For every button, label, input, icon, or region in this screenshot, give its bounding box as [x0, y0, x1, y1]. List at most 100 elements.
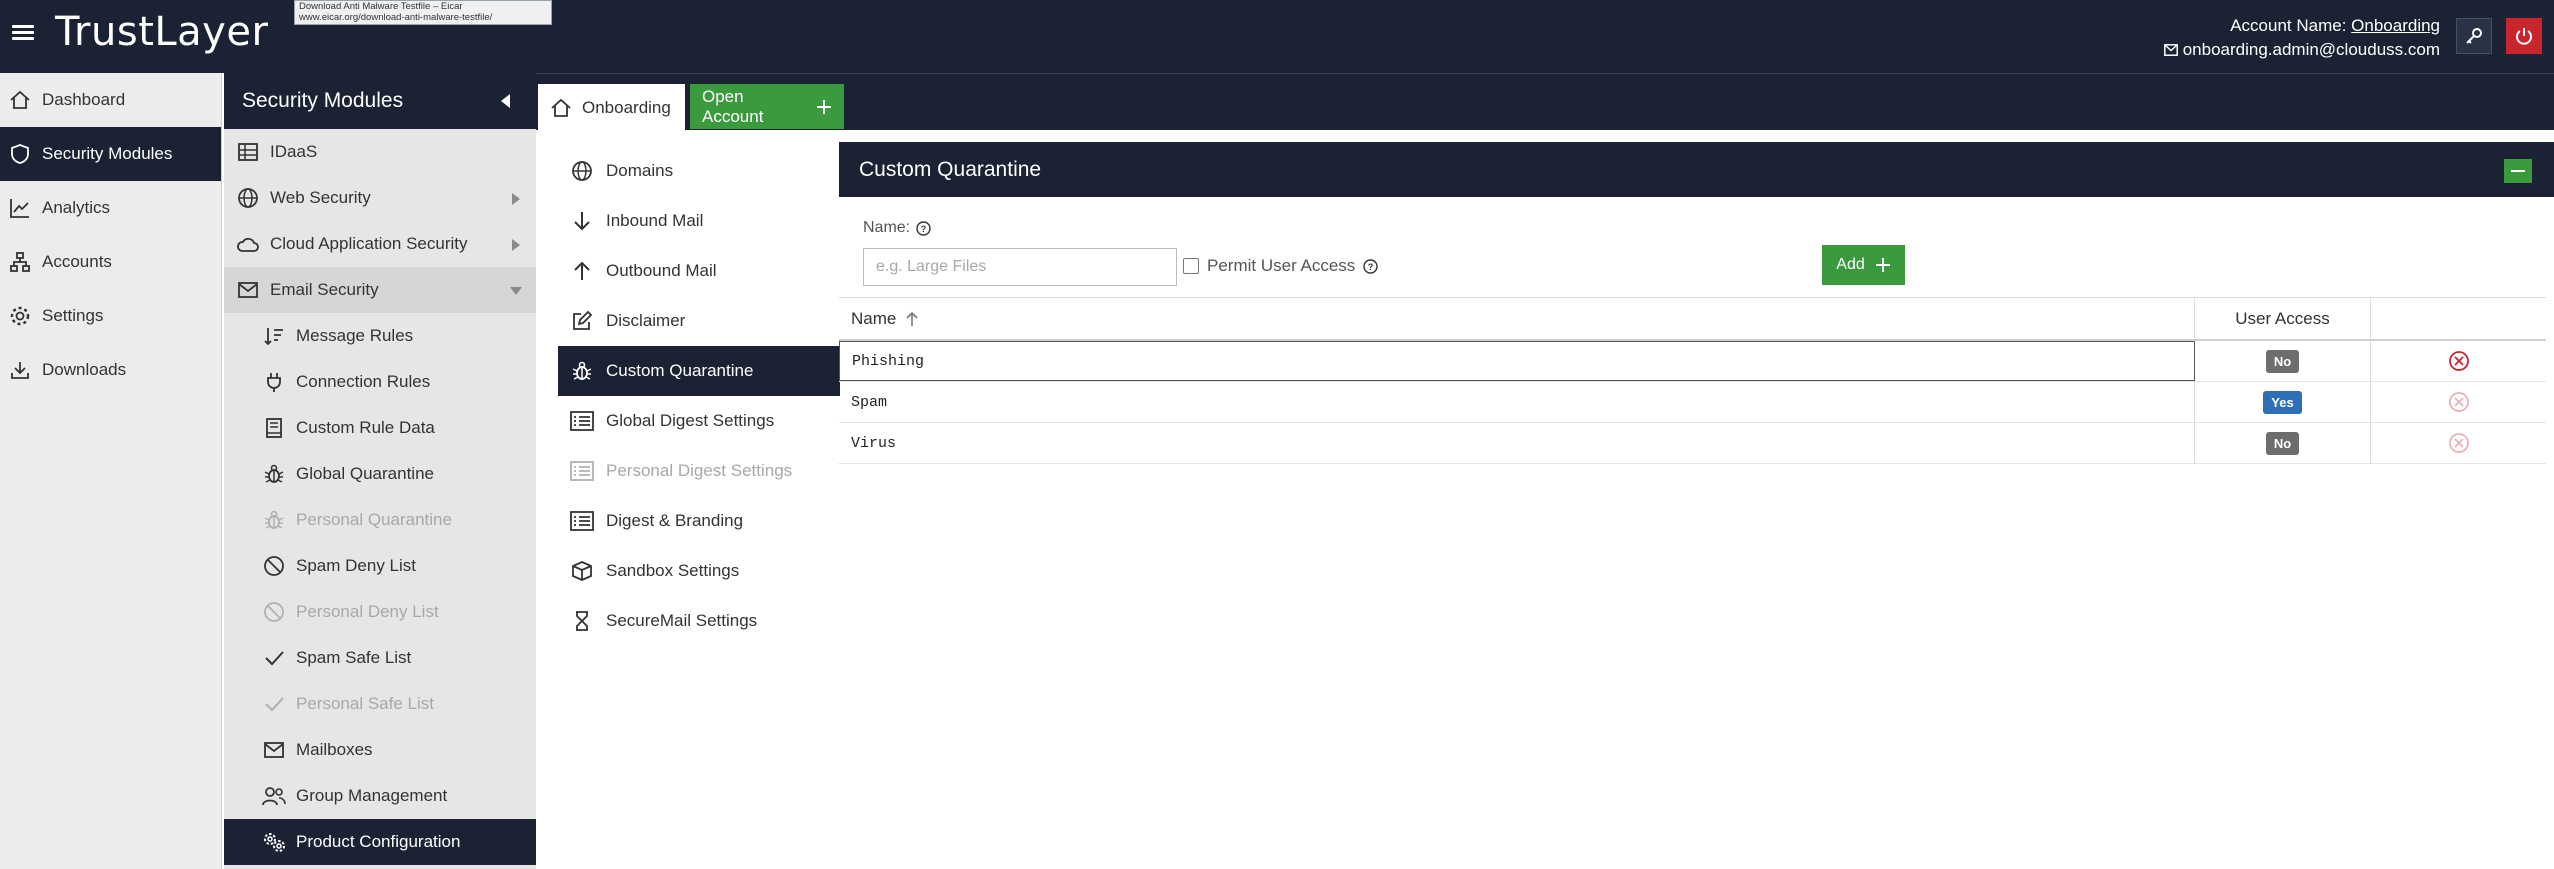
- account-name-link[interactable]: Onboarding: [2351, 16, 2440, 35]
- book-icon: [262, 416, 286, 440]
- sub-item-product-configuration[interactable]: Product Configuration: [224, 819, 536, 865]
- envelope-icon: [262, 738, 286, 762]
- sidebar-item-accounts[interactable]: Accounts: [0, 235, 221, 289]
- sub-item-group-management[interactable]: Group Management: [224, 773, 536, 819]
- sub-item-personal-safe-list[interactable]: Personal Safe List: [224, 681, 536, 727]
- tooltip-title: Download Anti Malware Testfile – Eicar: [299, 1, 463, 12]
- hamburger-menu-icon[interactable]: [12, 22, 34, 44]
- nav-item-outbound-mail[interactable]: Outbound Mail: [558, 246, 840, 296]
- minus-icon: [2511, 170, 2525, 172]
- sub-item-label: Global Quarantine: [296, 464, 434, 483]
- permit-user-access-checkbox[interactable]: [1183, 258, 1199, 274]
- logout-button[interactable]: [2506, 18, 2542, 54]
- nav-item-global-digest-settings[interactable]: Global Digest Settings: [558, 396, 840, 446]
- sidebar-item-analytics[interactable]: Analytics: [0, 181, 221, 235]
- sub-item-spam-safe-list[interactable]: Spam Safe List: [224, 635, 536, 681]
- sidebar-item-label: Accounts: [42, 252, 112, 271]
- module-cloud-application-security[interactable]: Cloud Application Security: [224, 221, 536, 267]
- globe-icon: [570, 159, 594, 183]
- collapse-arrow-icon[interactable]: [501, 94, 510, 108]
- nav-item-inbound-mail[interactable]: Inbound Mail: [558, 196, 840, 246]
- panel-header: Custom Quarantine: [839, 142, 2554, 197]
- sidebar-item-label: Security Modules: [42, 144, 173, 163]
- help-icon[interactable]: ?: [916, 220, 931, 236]
- modules-title: Security Modules: [242, 89, 404, 112]
- nav-item-digest-branding[interactable]: Digest & Branding: [558, 496, 840, 546]
- nav-item-domains[interactable]: Domains: [558, 146, 840, 196]
- svg-text:?: ?: [921, 224, 927, 234]
- grid-icon: [236, 140, 260, 164]
- help-icon[interactable]: ?: [1363, 258, 1379, 274]
- sidebar-item-label: Analytics: [42, 198, 111, 217]
- nav-item-sandbox-settings[interactable]: Sandbox Settings: [558, 546, 840, 596]
- module-web-security[interactable]: Web Security: [224, 175, 536, 221]
- modules-header: Security Modules: [224, 73, 536, 129]
- nav-item-label: Domains: [606, 161, 674, 180]
- nav-item-custom-quarantine[interactable]: Custom Quarantine: [558, 346, 840, 396]
- sub-item-global-quarantine[interactable]: Global Quarantine: [224, 451, 536, 497]
- expand-arrow-icon: [512, 239, 520, 251]
- sub-item-label: Message Rules: [296, 326, 414, 345]
- bug-icon: [262, 508, 286, 532]
- sidebar-item-label: Downloads: [42, 360, 127, 379]
- sub-item-message-rules[interactable]: Message Rules: [224, 313, 536, 359]
- sub-item-label: Mailboxes: [296, 740, 373, 759]
- sub-item-mailboxes[interactable]: Mailboxes: [224, 727, 536, 773]
- sub-item-connection-rules[interactable]: Connection Rules: [224, 359, 536, 405]
- list-alt-icon: [570, 509, 594, 533]
- row-actions: [2371, 382, 2546, 422]
- sub-item-custom-rule-data[interactable]: Custom Rule Data: [224, 405, 536, 451]
- check-icon: [262, 692, 286, 716]
- module-label: IDaaS: [270, 142, 318, 161]
- module-label: Cloud Application Security: [270, 234, 468, 253]
- nav-item-personal-digest-settings[interactable]: Personal Digest Settings: [558, 446, 840, 496]
- delete-icon[interactable]: [2448, 350, 2470, 372]
- key-button[interactable]: [2456, 18, 2492, 54]
- table-row[interactable]: Phishing No: [839, 341, 2546, 382]
- nav-item-securemail-settings[interactable]: SecureMail Settings: [558, 596, 840, 646]
- sub-item-spam-deny-list[interactable]: Spam Deny List: [224, 543, 536, 589]
- column-header-user-access: User Access: [2195, 298, 2371, 339]
- permit-user-access-row: Permit User Access ?: [1183, 256, 1379, 276]
- arrow-down-icon: [570, 209, 594, 233]
- sub-item-label: Spam Safe List: [296, 648, 412, 667]
- delete-icon[interactable]: [2448, 432, 2470, 454]
- nav-item-disclaimer[interactable]: Disclaimer: [558, 296, 840, 346]
- collapse-panel-button[interactable]: [2504, 159, 2532, 183]
- plug-icon: [262, 370, 286, 394]
- plus-icon: [1875, 257, 1891, 273]
- power-icon: [2514, 26, 2534, 46]
- sidebar-item-downloads[interactable]: Downloads: [0, 343, 221, 397]
- custom-quarantine-panel: Custom Quarantine Name: ? Permit User Ac…: [839, 142, 2554, 472]
- module-idaas[interactable]: IDaaS: [224, 129, 536, 175]
- sidebar-item-dashboard[interactable]: Dashboard: [0, 73, 221, 127]
- add-button[interactable]: Add: [1822, 245, 1905, 285]
- module-label: Email Security: [270, 280, 379, 299]
- globe-icon: [236, 186, 260, 210]
- sub-item-label: Personal Safe List: [296, 694, 434, 713]
- users-icon: [262, 784, 286, 808]
- table-row[interactable]: Virus No: [839, 423, 2546, 464]
- sidebar-item-security-modules[interactable]: Security Modules: [0, 127, 221, 181]
- sub-item-personal-quarantine[interactable]: Personal Quarantine: [224, 497, 536, 543]
- list-alt-icon: [570, 459, 594, 483]
- user-email: onboarding.admin@clouduss.com: [2182, 40, 2440, 59]
- column-header-name[interactable]: Name: [839, 298, 2195, 339]
- column-header-label: Name: [851, 308, 897, 328]
- table-row[interactable]: Spam Yes: [839, 382, 2546, 423]
- nav-item-label: Inbound Mail: [606, 211, 704, 230]
- ban-icon: [262, 554, 286, 578]
- delete-icon[interactable]: [2448, 391, 2470, 413]
- name-input[interactable]: [863, 248, 1177, 286]
- row-user-access: No: [2195, 341, 2371, 381]
- open-account-button[interactable]: Open Account: [690, 84, 844, 129]
- key-icon: [2464, 26, 2484, 46]
- shield-icon: [8, 142, 32, 166]
- tab-onboarding[interactable]: Onboarding: [538, 84, 685, 131]
- tab-label: Open Account: [702, 86, 764, 126]
- module-email-security[interactable]: Email Security: [224, 267, 536, 313]
- name-label: Name:: [863, 219, 911, 236]
- sidebar-item-settings[interactable]: Settings: [0, 289, 221, 343]
- logo: TrustLayer: [55, 9, 269, 55]
- sub-item-personal-deny-list[interactable]: Personal Deny List: [224, 589, 536, 635]
